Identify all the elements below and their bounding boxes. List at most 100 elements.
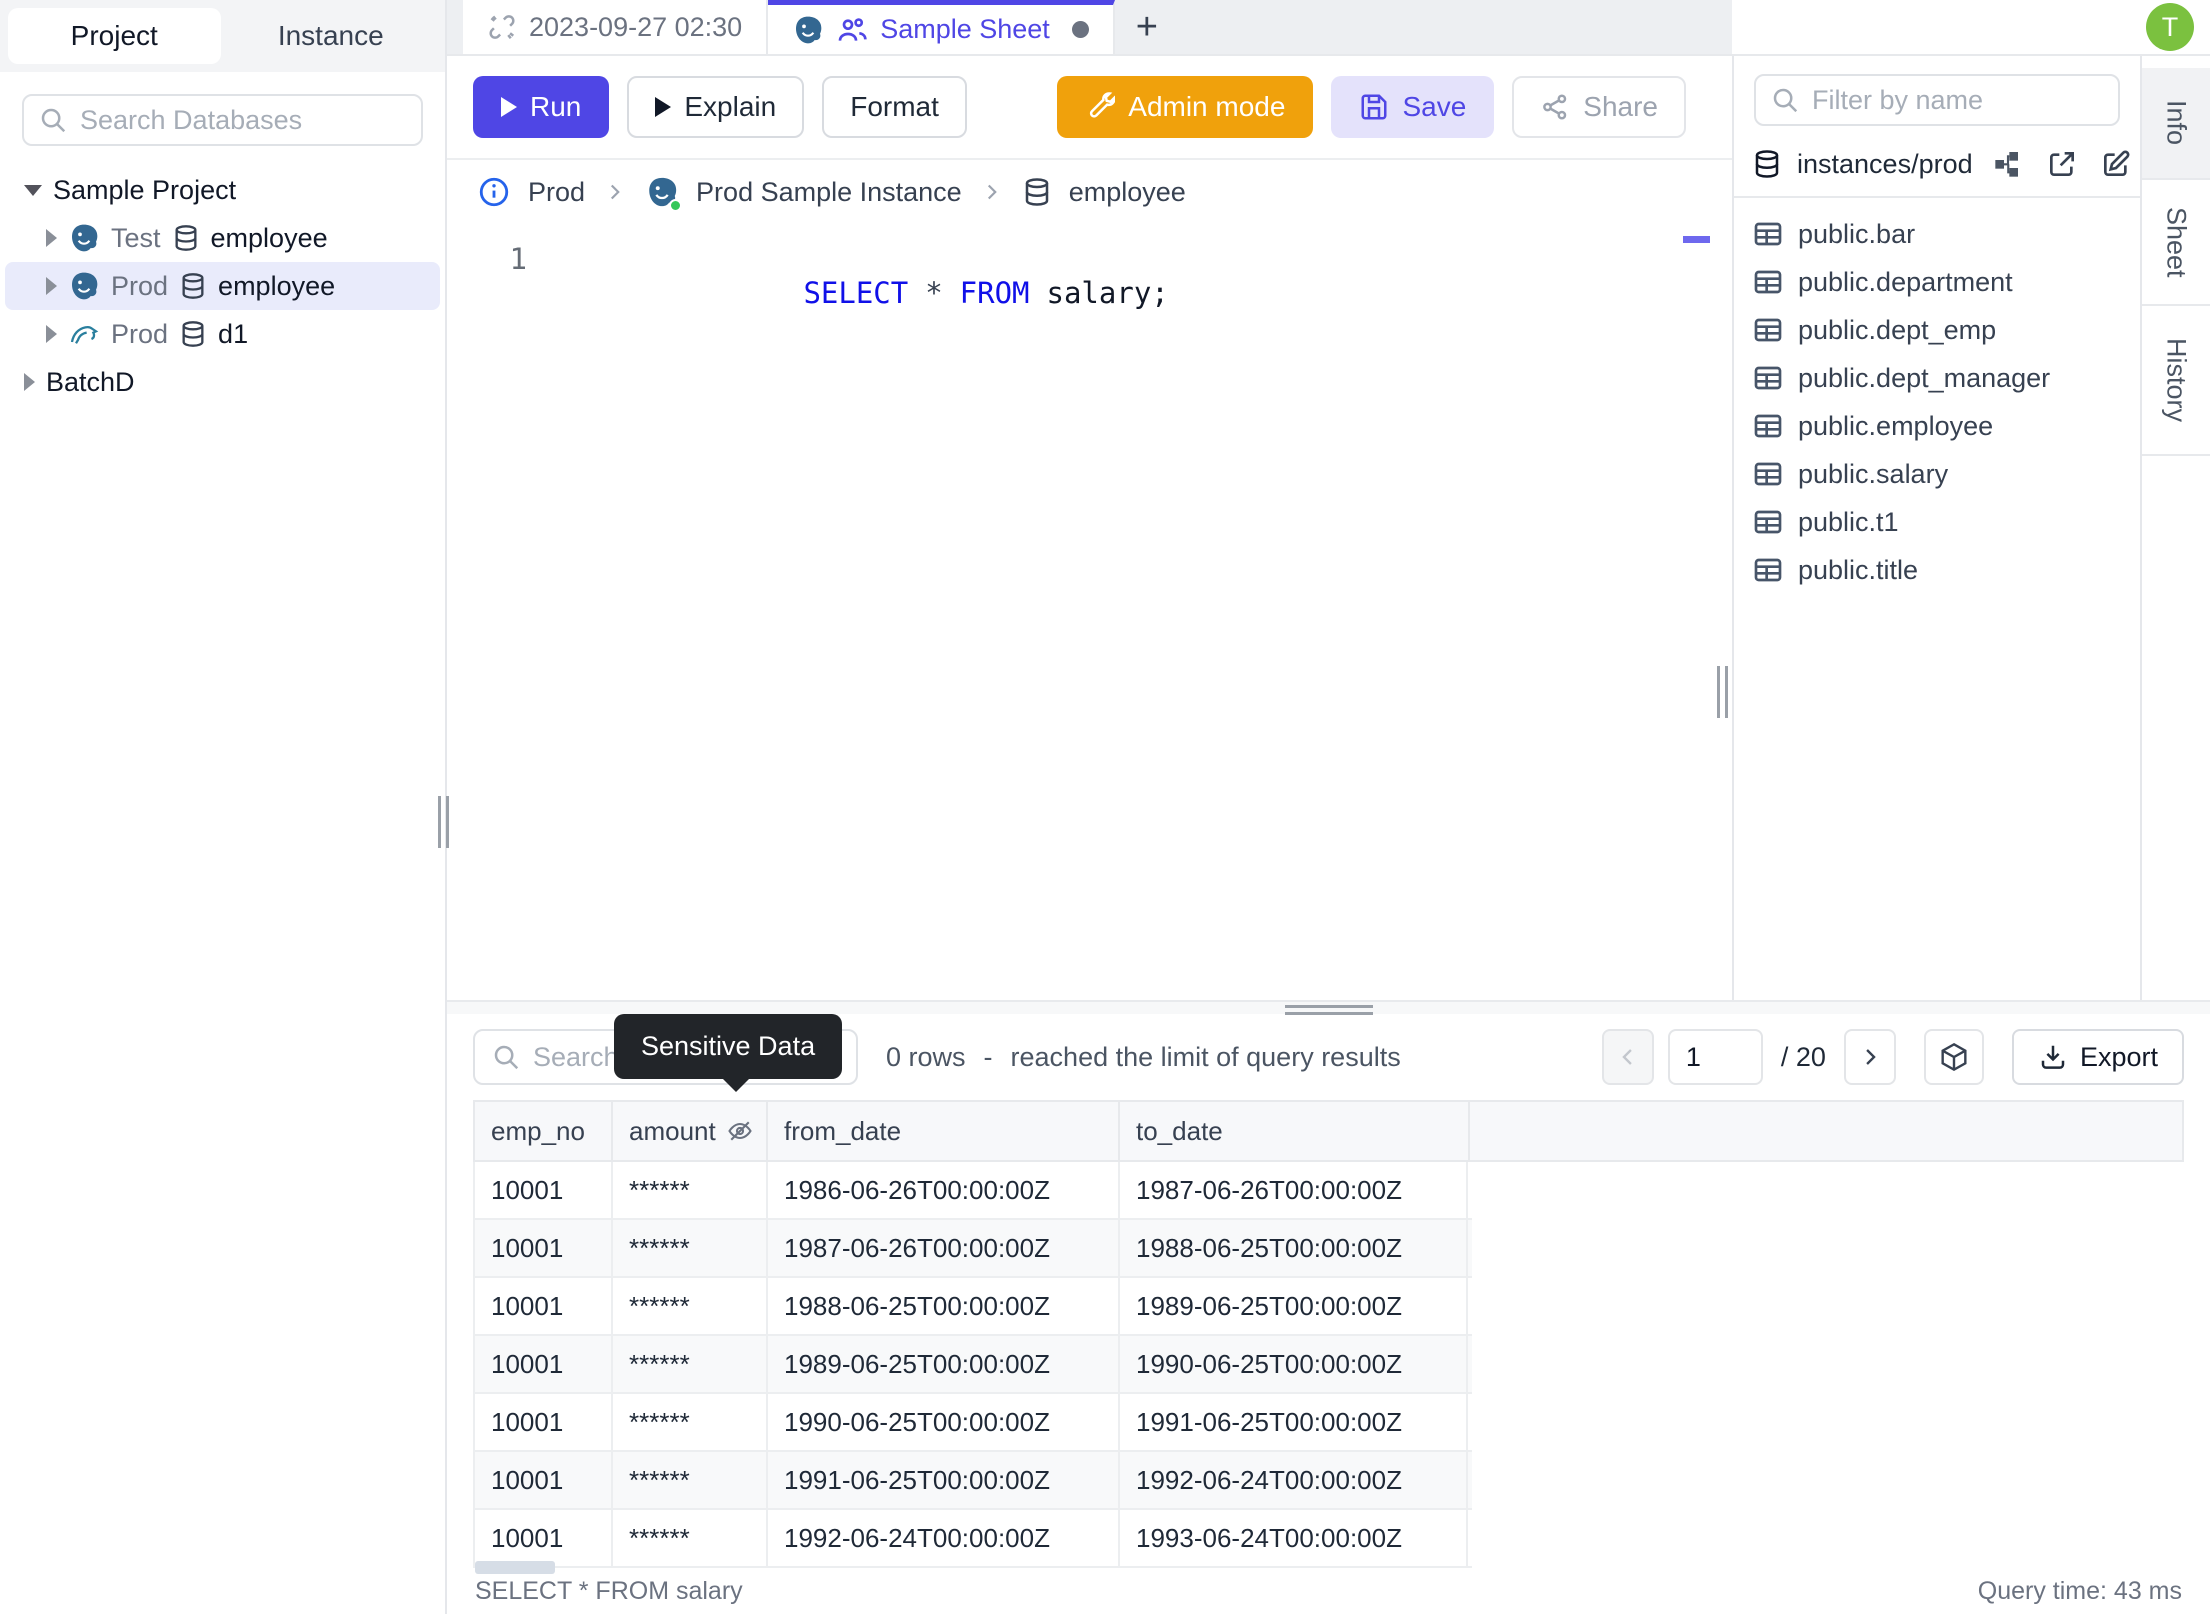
table-item[interactable]: public.salary — [1734, 450, 2140, 498]
breadcrumb-instance[interactable]: Prod Sample Instance — [696, 177, 962, 208]
table-item[interactable]: public.department — [1734, 258, 2140, 306]
explain-button[interactable]: Explain — [627, 76, 805, 138]
edit-icon[interactable] — [2100, 148, 2132, 180]
play-icon — [501, 97, 517, 117]
schema-sidebar: instances/prod — [1732, 56, 2140, 1000]
info-icon[interactable] — [477, 175, 511, 209]
save-button[interactable]: Save — [1331, 76, 1495, 138]
tab-history[interactable]: History — [2142, 306, 2210, 456]
caret-right-icon[interactable] — [24, 373, 35, 391]
sidebar-resize-handle[interactable] — [438, 796, 449, 848]
results-splitter[interactable] — [447, 1000, 2210, 1015]
database-name: d1 — [218, 318, 249, 349]
project-label: Sample Project — [53, 174, 237, 205]
search-databases-input[interactable] — [80, 104, 407, 136]
table-item[interactable]: public.bar — [1734, 210, 2140, 258]
cell: ****** — [611, 1162, 766, 1218]
database-name: employee — [210, 222, 328, 253]
cell: 1989-06-25T00:00:00Z — [766, 1336, 1118, 1392]
schema-diagram-icon[interactable] — [1992, 148, 2024, 180]
table-row[interactable]: 10001 ****** 1989-06-25T00:00:00Z 1990-0… — [473, 1336, 1472, 1394]
table-icon — [1752, 506, 1784, 538]
sheet-tab-label: Sample Sheet — [880, 14, 1050, 44]
postgres-icon — [792, 14, 824, 46]
database-icon — [1752, 149, 1782, 179]
sheet-tab-sample-sheet[interactable]: Sample Sheet — [768, 0, 1115, 54]
table-item[interactable]: public.title — [1734, 546, 2140, 594]
caret-right-icon[interactable] — [46, 325, 57, 343]
left-sidebar: Project Instance Sample Project Test — [0, 0, 449, 1614]
tree-item-sample-project[interactable]: Sample Project — [0, 166, 445, 214]
table-icon — [1752, 410, 1784, 442]
cell: 1989-06-25T00:00:00Z — [1118, 1278, 1468, 1334]
splitter-handle[interactable] — [1284, 1005, 1373, 1015]
cell: 1993-06-24T00:00:00Z — [1118, 1510, 1468, 1566]
results-table-header: emp_no amount from_date to_date — [473, 1100, 2184, 1162]
filter-by-name-input[interactable] — [1812, 84, 2104, 116]
cell: 1987-06-26T00:00:00Z — [766, 1220, 1118, 1276]
download-icon — [2038, 1042, 2068, 1072]
tree-item-batchd[interactable]: BatchD — [0, 358, 445, 406]
tree-item-prod-d1[interactable]: Prod d1 — [0, 310, 445, 358]
tab-sheet[interactable]: Sheet — [2142, 180, 2210, 306]
sql-editor[interactable]: 1 SELECT * FROM salary; — [447, 224, 1732, 1000]
environment-label: Prod — [111, 318, 169, 349]
rows-info: 0 rows - reached the limit of query resu… — [886, 1042, 1401, 1073]
table-icon — [1752, 458, 1784, 490]
table-row[interactable]: 10001 ****** 1986-06-26T00:00:00Z 1987-0… — [473, 1162, 1472, 1220]
panel-resize-handle[interactable] — [1717, 666, 1728, 718]
table-item[interactable]: public.dept_manager — [1734, 354, 2140, 402]
middle-section: Run Explain Format Admin mode Save Share… — [447, 56, 2210, 1000]
result-view-button[interactable] — [1923, 1029, 1984, 1085]
tab-info[interactable]: Info — [2142, 68, 2210, 180]
table-item[interactable]: public.t1 — [1734, 498, 2140, 546]
table-icon — [1752, 266, 1784, 298]
table-item[interactable]: public.dept_emp — [1734, 306, 2140, 354]
breadcrumb-database[interactable]: employee — [1069, 177, 1186, 208]
cell: 1988-06-25T00:00:00Z — [766, 1278, 1118, 1334]
caret-right-icon[interactable] — [46, 277, 57, 295]
prev-page-button[interactable] — [1601, 1029, 1654, 1085]
admin-mode-button[interactable]: Admin mode — [1057, 76, 1314, 138]
sql-keyword: FROM — [959, 276, 1030, 310]
external-link-icon[interactable] — [2046, 148, 2078, 180]
table-filter[interactable] — [1754, 74, 2120, 126]
caret-down-icon[interactable] — [24, 184, 42, 196]
play-icon — [655, 97, 672, 117]
database-search[interactable] — [22, 94, 423, 146]
cell: ****** — [611, 1220, 766, 1276]
line-number: 1 — [509, 242, 527, 276]
format-button[interactable]: Format — [822, 76, 967, 138]
user-avatar[interactable]: T — [2146, 3, 2194, 51]
chevron-right-icon — [602, 179, 628, 205]
editor-toolbar: Run Explain Format Admin mode Save Share — [447, 56, 1732, 160]
sheet-tab-label: 2023-09-27 02:30 — [529, 11, 743, 42]
table-row[interactable]: 10001 ****** 1991-06-25T00:00:00Z 1992-0… — [473, 1452, 1472, 1510]
share-button[interactable]: Share — [1512, 76, 1686, 138]
editor-column: Run Explain Format Admin mode Save Share… — [447, 56, 1732, 1000]
share-icon — [1540, 92, 1570, 122]
new-sheet-button[interactable]: + — [1115, 0, 1179, 54]
table-row[interactable]: 10001 ****** 1992-06-24T00:00:00Z 1993-0… — [473, 1510, 1472, 1568]
eye-off-icon[interactable] — [726, 1117, 754, 1145]
export-button[interactable]: Export — [2011, 1029, 2184, 1085]
search-icon — [491, 1042, 521, 1072]
sql-keyword: SELECT — [803, 276, 909, 310]
table-row[interactable]: 10001 ****** 1987-06-26T00:00:00Z 1988-0… — [473, 1220, 1472, 1278]
caret-right-icon[interactable] — [46, 229, 57, 247]
table-row[interactable]: 10001 ****** 1990-06-25T00:00:00Z 1991-0… — [473, 1394, 1472, 1452]
next-page-button[interactable] — [1843, 1029, 1896, 1085]
results-table: emp_no amount from_date to_date 10001 **… — [473, 1100, 2184, 1568]
page-number-input[interactable] — [1667, 1029, 1763, 1085]
tree-item-prod-employee[interactable]: Prod employee — [5, 262, 440, 310]
tree-item-test-employee[interactable]: Test employee — [0, 214, 445, 262]
run-button[interactable]: Run — [473, 76, 610, 138]
sheet-tab-timestamp[interactable]: 2023-09-27 02:30 — [463, 0, 769, 54]
breadcrumb-environment[interactable]: Prod — [528, 177, 585, 208]
database-icon — [179, 272, 207, 300]
tab-instance[interactable]: Instance — [225, 8, 438, 64]
table-item[interactable]: public.employee — [1734, 402, 2140, 450]
column-header-filler — [1468, 1102, 2182, 1160]
table-row[interactable]: 10001 ****** 1988-06-25T00:00:00Z 1989-0… — [473, 1278, 1472, 1336]
tab-project[interactable]: Project — [8, 8, 221, 64]
